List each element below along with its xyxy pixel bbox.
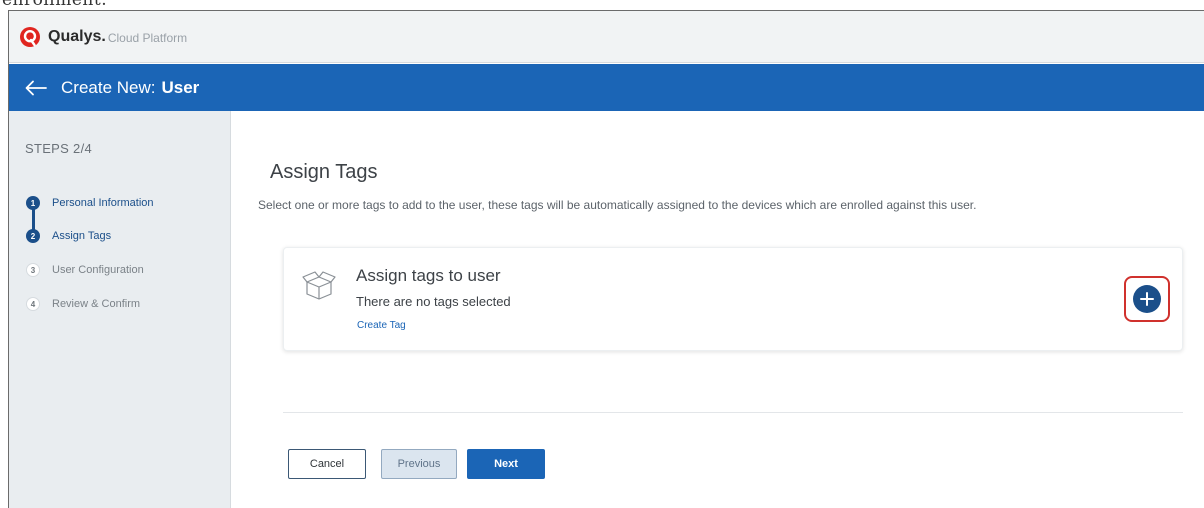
step-label: Assign Tags	[52, 230, 112, 242]
steps-sidebar: STEPS 2/4 1 Personal Information 2 Assig…	[9, 111, 231, 508]
empty-box-icon	[302, 271, 336, 300]
partial-page-text: enrollment.	[2, 0, 108, 10]
plus-icon	[1140, 292, 1154, 306]
divider	[283, 412, 1183, 413]
step-label: Review & Confirm	[52, 298, 141, 310]
step-user-configuration[interactable]: 3 User Configuration	[26, 263, 144, 277]
no-tags-message: There are no tags selected	[356, 294, 511, 309]
top-bar: Qualys. Cloud Platform	[9, 11, 1204, 63]
app-window: Qualys. Cloud Platform Create New: User …	[8, 10, 1204, 508]
step-number: 3	[26, 263, 40, 277]
back-arrow-icon[interactable]	[25, 80, 47, 96]
qualys-logo-icon	[20, 26, 40, 47]
brand-name: Qualys.	[48, 27, 106, 45]
title-bar: Create New: User	[9, 64, 1204, 111]
step-label: User Configuration	[52, 264, 144, 276]
step-number: 2	[26, 229, 40, 243]
next-button[interactable]: Next	[467, 449, 545, 479]
assign-tags-card: Assign tags to user There are no tags se…	[283, 247, 1183, 351]
step-personal-information[interactable]: 1 Personal Information	[26, 196, 154, 210]
brand-product: Cloud Platform	[107, 31, 188, 45]
main-content: Assign Tags Select one or more tags to a…	[232, 111, 1204, 508]
page-title: Assign Tags	[270, 161, 378, 183]
add-tag-highlight	[1124, 276, 1170, 322]
steps-progress-label: STEPS 2/4	[25, 141, 93, 156]
step-assign-tags[interactable]: 2 Assign Tags	[26, 229, 111, 243]
step-number: 1	[26, 196, 40, 210]
add-tag-button[interactable]	[1133, 285, 1161, 313]
card-title: Assign tags to user	[356, 266, 501, 285]
page-heading-prefix: Create New:	[61, 77, 156, 97]
create-tag-link[interactable]: Create Tag	[357, 320, 406, 331]
step-label: Personal Information	[52, 197, 154, 209]
step-review-confirm[interactable]: 4 Review & Confirm	[26, 297, 140, 311]
previous-button[interactable]: Previous	[381, 449, 457, 479]
cancel-button[interactable]: Cancel	[288, 449, 366, 479]
step-number: 4	[26, 297, 40, 311]
page-heading-entity: User	[161, 77, 200, 97]
page-description: Select one or more tags to add to the us…	[258, 198, 977, 212]
